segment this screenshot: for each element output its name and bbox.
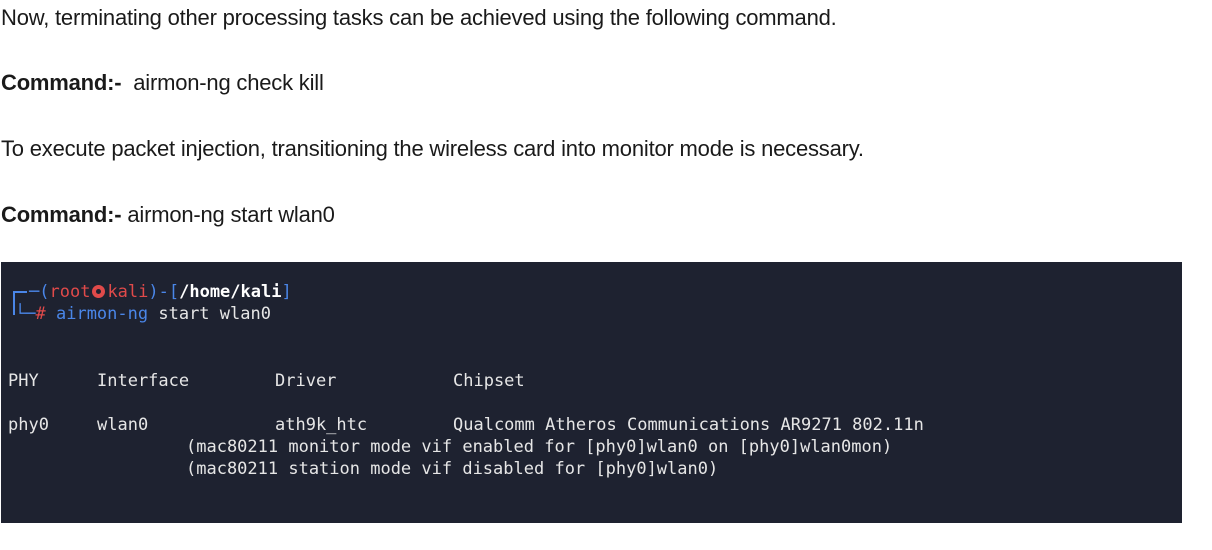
header-phy: PHY bbox=[8, 371, 39, 391]
prompt-user: root bbox=[49, 282, 91, 302]
prompt-path: /home/kali bbox=[179, 282, 282, 302]
row-chipset: Qualcomm Atheros Communications AR9271 8… bbox=[453, 415, 924, 435]
note-station-disabled: (mac80211 station mode vif disabled for … bbox=[186, 459, 719, 479]
row-driver: ath9k_htc bbox=[275, 415, 368, 435]
command-value: airmon-ng check kill bbox=[133, 70, 324, 95]
monitor-mode-paragraph: To execute packet injection, transitioni… bbox=[1, 136, 864, 161]
terminal-prompt: ─(root kali)-[/home/kali] bbox=[29, 282, 292, 302]
command-args: start wlan0 bbox=[158, 304, 271, 324]
header-interface: Interface bbox=[97, 371, 190, 391]
intro-paragraph: Now, terminating other processing tasks … bbox=[1, 5, 837, 30]
command-line-start-wlan0: Command:- airmon-ng start wlan0 bbox=[1, 201, 335, 229]
terminal-command: └─# airmon-ng start wlan0 bbox=[15, 304, 271, 324]
note-monitor-enabled: (mac80211 monitor mode vif enabled for [… bbox=[186, 437, 893, 457]
command-line-check-kill: Command:- airmon-ng check kill bbox=[1, 69, 324, 97]
kali-skull-icon bbox=[92, 285, 106, 298]
row-interface: wlan0 bbox=[97, 415, 149, 435]
command-value: airmon-ng start wlan0 bbox=[127, 202, 335, 227]
terminal-screenshot: ─(root kali)-[/home/kali] └─# airmon-ng s… bbox=[1, 262, 1182, 523]
prompt-host: kali bbox=[107, 282, 149, 302]
command-label: Command:- bbox=[1, 70, 122, 95]
command-label: Command:- bbox=[1, 202, 122, 227]
prompt-symbol: # bbox=[35, 304, 46, 324]
header-chipset: Chipset bbox=[453, 371, 525, 391]
header-driver: Driver bbox=[275, 371, 337, 391]
row-phy: phy0 bbox=[8, 415, 49, 435]
command-name: airmon-ng bbox=[55, 304, 149, 324]
